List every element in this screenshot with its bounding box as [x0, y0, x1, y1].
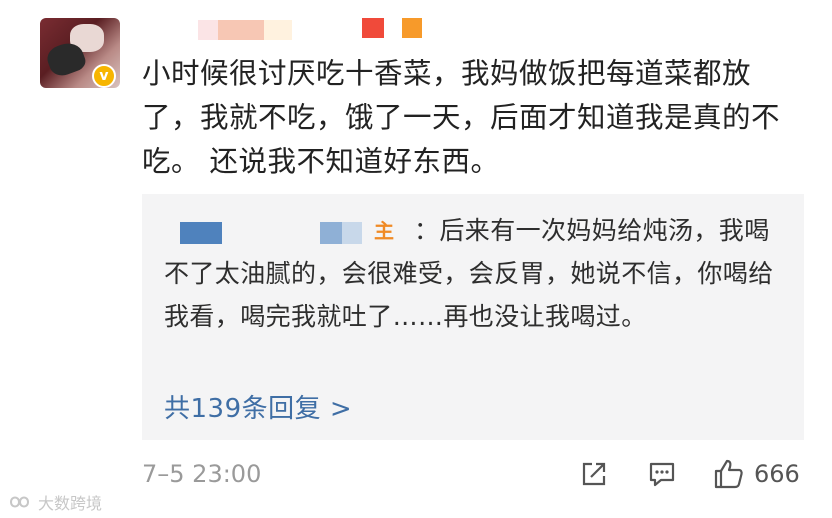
- redaction-block: [362, 18, 384, 38]
- watermark-text: 大数跨境: [38, 494, 103, 513]
- reply-box[interactable]: 主 ：后来有一次妈妈给炖汤，我喝不了太油腻的，会很难受，会反胃，她说不信，你喝给…: [142, 194, 804, 440]
- share-button[interactable]: [578, 456, 610, 492]
- comment-button[interactable]: [646, 456, 678, 492]
- comment-text: 小时候很讨厌吃十香菜，我妈做饭把每道菜都放了，我就不吃，饿了一天，后面才知道我是…: [142, 57, 781, 178]
- comment-icon: [649, 462, 675, 487]
- redaction-block: [264, 20, 292, 40]
- more-replies-link[interactable]: 共139条回复 >: [164, 388, 352, 425]
- comment-timestamp: 7–5 23:00: [142, 460, 262, 488]
- verified-badge: v: [92, 64, 116, 88]
- reply-text: ：后来有一次妈妈给炖汤，我喝不了太油腻的，会很难受，会反胃，她说不信，你喝给我看…: [164, 216, 774, 331]
- username-redacted[interactable]: [198, 18, 428, 42]
- like-count: 666: [754, 460, 800, 488]
- watermark-logo-icon: [9, 496, 30, 508]
- redaction-block: [218, 20, 264, 40]
- redaction-block: [402, 18, 422, 38]
- like-button[interactable]: 666: [712, 456, 800, 492]
- like-icon: [714, 459, 743, 489]
- share-icon: [582, 462, 606, 486]
- watermark: 大数跨境: [8, 490, 102, 514]
